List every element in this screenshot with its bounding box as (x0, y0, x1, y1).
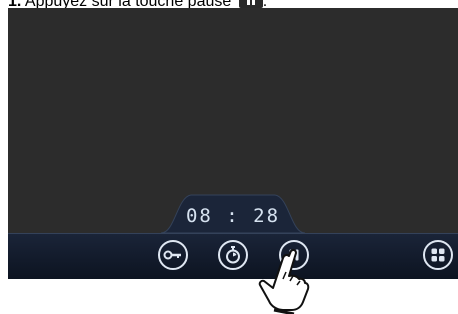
oven-display-screen: 08 : 28 (8, 8, 458, 279)
pause-key-icon (238, 0, 263, 8)
pointing-hand-icon (258, 248, 310, 314)
key-lock-button[interactable] (158, 240, 188, 270)
timer-tab: 08 : 28 (161, 193, 305, 233)
grid-icon (431, 248, 445, 262)
timer-readout: 08 : 28 (185, 205, 281, 227)
control-bar (8, 233, 458, 279)
stopwatch-icon (226, 246, 240, 264)
menu-button[interactable] (423, 240, 453, 270)
key-icon (163, 250, 181, 260)
timer-button[interactable] (218, 240, 248, 270)
